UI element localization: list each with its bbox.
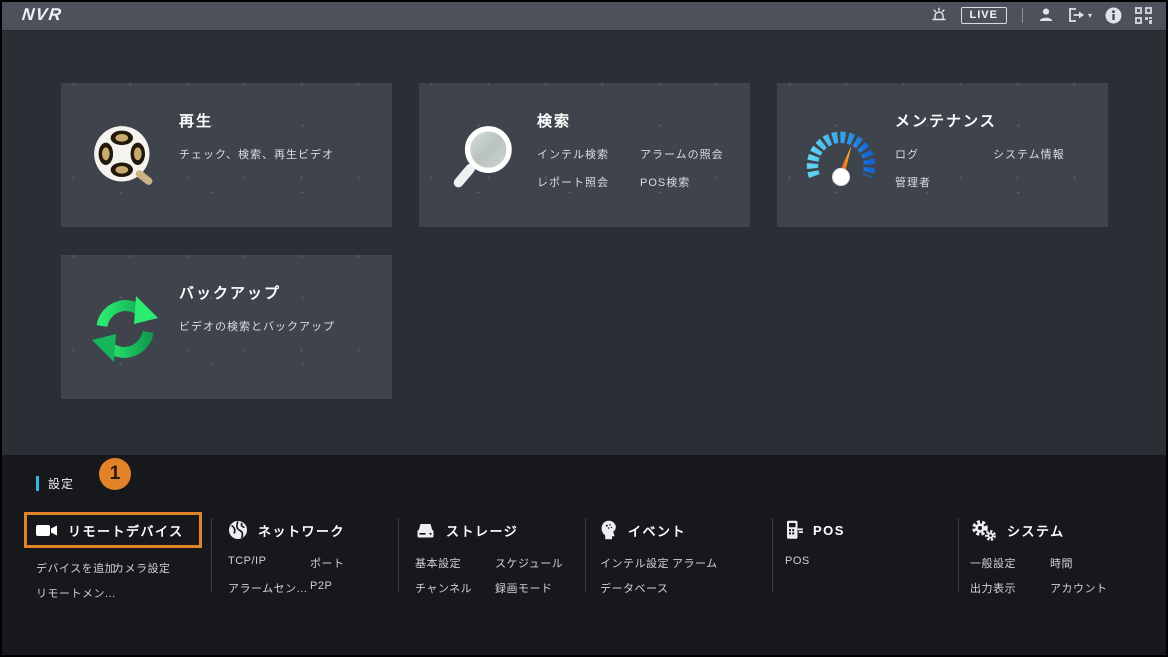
ai-head-icon	[600, 520, 618, 540]
link-channel[interactable]: チャンネル	[415, 580, 495, 596]
alarm-beacon-icon[interactable]	[930, 6, 948, 24]
pos-terminal-icon	[785, 520, 803, 540]
section-network: ネットワーク TCP/IP ポート アラームセン... P2P	[228, 513, 345, 596]
card-link-pos-search[interactable]: POS検索	[640, 174, 740, 190]
link-record-mode[interactable]: 録画モード	[495, 580, 563, 596]
gauge-icon	[803, 119, 879, 195]
link-output-display[interactable]: 出力表示	[970, 580, 1050, 596]
section-header-event[interactable]: イベント	[600, 513, 718, 547]
section-header-system[interactable]: システム	[970, 513, 1108, 547]
link-schedule[interactable]: スケジュール	[495, 555, 563, 571]
link-general-settings[interactable]: 一般設定	[970, 555, 1050, 571]
link-camera-settings[interactable]: カメラ設定	[113, 560, 202, 576]
card-playback[interactable]: 再生 チェック、検索、再生ビデオ	[61, 83, 392, 227]
section-header-storage[interactable]: ストレージ	[415, 513, 563, 547]
link-intel-settings[interactable]: インテル設定	[600, 555, 672, 571]
column-divider	[772, 518, 773, 592]
section-header-pos[interactable]: POS	[785, 513, 845, 547]
column-divider	[211, 518, 212, 592]
link-database[interactable]: データベース	[600, 580, 672, 596]
section-system: システム 一般設定 時間 出力表示 アカウント	[970, 513, 1108, 596]
info-icon[interactable]	[1105, 7, 1122, 24]
column-divider	[585, 518, 586, 592]
card-title: 検索	[537, 110, 740, 131]
chevron-down-icon: ▾	[1088, 11, 1092, 20]
link-p2p[interactable]: P2P	[310, 580, 345, 596]
link-pos[interactable]: POS	[785, 555, 845, 567]
link-alarm-center[interactable]: アラームセン...	[228, 580, 310, 596]
column-divider	[958, 518, 959, 592]
header-divider	[1022, 8, 1023, 23]
section-event: イベント インテル設定 アラーム データベース	[600, 513, 718, 596]
gears-icon	[970, 519, 997, 542]
card-maintenance[interactable]: メンテナンス ログ システム情報 管理者	[777, 83, 1108, 227]
section-header-network[interactable]: ネットワーク	[228, 513, 345, 547]
link-alarm[interactable]: アラーム	[672, 555, 718, 571]
accent-bar	[36, 476, 39, 491]
section-remote-device: リモートデバイス デバイスを追加 カメラ設定 リモートメン...	[36, 513, 202, 601]
qr-code-icon[interactable]	[1135, 7, 1152, 24]
card-link-log[interactable]: ログ	[895, 146, 993, 162]
settings-panel: 設定 1 リモートデバイス デバイスを追加 カメラ設定 リモートメン...	[0, 455, 1168, 657]
link-tcpip[interactable]: TCP/IP	[228, 555, 310, 571]
settings-label: 設定	[36, 475, 74, 492]
link-account[interactable]: アカウント	[1050, 580, 1108, 596]
header-actions: LIVE ▾	[930, 0, 1152, 30]
card-search[interactable]: 検索 インテル検索 アラームの照会 レポート照会 POS検索	[419, 83, 750, 227]
link-time[interactable]: 時間	[1050, 555, 1108, 571]
card-link-admin[interactable]: 管理者	[895, 174, 993, 190]
card-subtitle: ビデオの検索とバックアップ	[179, 318, 382, 334]
section-storage: ストレージ 基本設定 スケジュール チャンネル 録画モード	[415, 513, 563, 596]
film-reel-icon	[87, 119, 163, 195]
video-camera-icon	[36, 523, 58, 538]
card-subtitle: チェック、検索、再生ビデオ	[179, 146, 382, 162]
card-link-alarm-query[interactable]: アラームの照会	[640, 146, 740, 162]
globe-icon	[228, 520, 248, 540]
main-area: 再生 チェック、検索、再生ビデオ 検索 インテル検索 アラームの照会 レポート照…	[0, 31, 1168, 455]
step-badge-1: 1	[99, 458, 131, 490]
link-remote-maintenance[interactable]: リモートメン...	[36, 585, 113, 601]
column-divider	[398, 518, 399, 592]
section-pos: POS POS	[785, 513, 845, 567]
hdd-icon	[415, 522, 436, 539]
card-link-system-info[interactable]: システム情報	[993, 146, 1098, 162]
link-add-device[interactable]: デバイスを追加	[36, 560, 113, 576]
card-link-intel-search[interactable]: インテル検索	[537, 146, 640, 162]
card-link-report-query[interactable]: レポート照会	[537, 174, 640, 190]
card-backup[interactable]: バックアップ ビデオの検索とバックアップ	[61, 255, 392, 399]
card-title: バックアップ	[179, 282, 382, 303]
nvr-logo: NVR	[21, 5, 64, 25]
card-title: メンテナンス	[895, 110, 1098, 131]
link-basic-settings[interactable]: 基本設定	[415, 555, 495, 571]
user-icon[interactable]	[1038, 7, 1054, 23]
sync-arrows-icon	[87, 291, 163, 367]
top-bar: NVR LIVE ▾	[0, 0, 1168, 31]
card-title: 再生	[179, 110, 382, 131]
section-header-remote-device[interactable]: リモートデバイス	[24, 512, 202, 548]
link-port[interactable]: ポート	[310, 555, 345, 571]
magnifier-icon	[445, 119, 521, 195]
live-button[interactable]: LIVE	[961, 7, 1007, 24]
logout-icon[interactable]: ▾	[1067, 7, 1092, 23]
